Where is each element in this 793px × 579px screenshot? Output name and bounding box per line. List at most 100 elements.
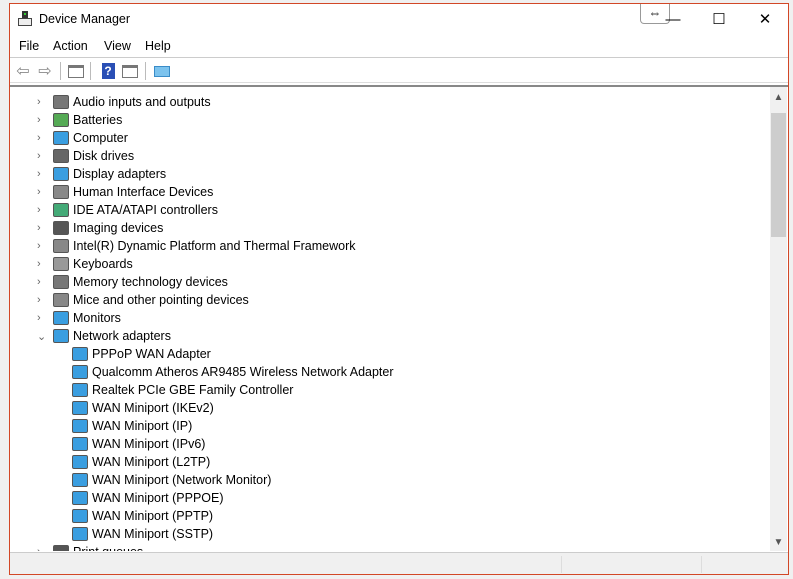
- close-button[interactable]: ✕: [742, 4, 788, 34]
- item-label: Qualcomm Atheros AR9485 Wireless Network…: [92, 365, 394, 379]
- chevron-right-icon[interactable]: ›: [37, 186, 41, 198]
- item-label: Audio inputs and outputs: [73, 95, 211, 109]
- item-label: Human Interface Devices: [73, 185, 214, 199]
- mouse-icon: [53, 293, 69, 307]
- vertical-scrollbar[interactable]: ▲ ▼: [770, 87, 787, 551]
- network-adapter-icon: [72, 401, 88, 415]
- help-icon[interactable]: ?: [98, 62, 118, 80]
- item-label: Display adapters: [73, 167, 167, 181]
- device-item[interactable]: WAN Miniport (SSTP): [72, 525, 213, 543]
- item-label: Memory technology devices: [73, 275, 228, 289]
- chevron-right-icon[interactable]: ›: [37, 294, 41, 306]
- network-adapter-icon: [72, 347, 88, 361]
- display-adapter-icon: [53, 167, 69, 181]
- camera-icon: [53, 221, 69, 235]
- show-hide-console-tree-icon[interactable]: [66, 62, 86, 80]
- item-label: WAN Miniport (PPPOE): [92, 491, 224, 505]
- chevron-right-icon[interactable]: ›: [37, 222, 41, 234]
- category-item[interactable]: › Display adapters: [37, 165, 167, 183]
- item-label: Batteries: [73, 113, 123, 127]
- category-item[interactable]: › IDE ATA/ATAPI controllers: [37, 201, 218, 219]
- category-item[interactable]: ⌄ Network adapters: [37, 327, 171, 345]
- chevron-right-icon[interactable]: ›: [37, 168, 41, 180]
- forward-icon[interactable]: ⇨: [35, 62, 55, 80]
- title-bar: Device Manager ⇔ — ☐ ✕: [10, 4, 788, 34]
- menu-view[interactable]: View: [104, 39, 131, 53]
- keyboard-icon: [53, 257, 69, 271]
- chevron-right-icon[interactable]: ›: [37, 114, 41, 126]
- device-item[interactable]: WAN Miniport (L2TP): [72, 453, 210, 471]
- category-item[interactable]: › Audio inputs and outputs: [37, 93, 211, 111]
- hid-icon: [53, 185, 69, 199]
- category-item[interactable]: › Monitors: [37, 309, 121, 327]
- item-label: Mice and other pointing devices: [73, 293, 249, 307]
- category-item[interactable]: › Intel(R) Dynamic Platform and Thermal F…: [37, 237, 356, 255]
- chevron-right-icon[interactable]: ›: [37, 240, 41, 252]
- menu-help[interactable]: Help: [145, 39, 171, 53]
- category-item[interactable]: › Computer: [37, 129, 128, 147]
- menu-action[interactable]: Action: [53, 39, 88, 53]
- device-item[interactable]: WAN Miniport (IKEv2): [72, 399, 214, 417]
- back-icon[interactable]: ⇦: [13, 62, 33, 80]
- chevron-right-icon[interactable]: ›: [37, 150, 41, 162]
- chevron-right-icon[interactable]: ›: [37, 258, 41, 270]
- category-item[interactable]: › Human Interface Devices: [37, 183, 214, 201]
- category-item[interactable]: › Memory technology devices: [37, 273, 228, 291]
- chevron-right-icon[interactable]: ›: [37, 96, 41, 108]
- status-bar: [10, 552, 788, 574]
- item-label: Print queues: [73, 545, 143, 551]
- chevron-right-icon[interactable]: ›: [37, 204, 41, 216]
- item-label: WAN Miniport (SSTP): [92, 527, 214, 541]
- item-label: PPPoP WAN Adapter: [92, 347, 211, 361]
- chevron-right-icon[interactable]: ›: [37, 276, 41, 288]
- battery-icon: [53, 113, 69, 127]
- category-item[interactable]: › Keyboards: [37, 255, 133, 273]
- item-label: Computer: [73, 131, 128, 145]
- item-label: Intel(R) Dynamic Platform and Thermal Fr…: [73, 239, 356, 253]
- device-item[interactable]: WAN Miniport (IPv6): [72, 435, 205, 453]
- computer-icon: [53, 131, 69, 145]
- scroll-down-icon[interactable]: ▼: [770, 534, 787, 551]
- category-item[interactable]: › Imaging devices: [37, 219, 163, 237]
- device-item[interactable]: WAN Miniport (IP): [72, 417, 192, 435]
- device-item[interactable]: WAN Miniport (PPPOE): [72, 489, 224, 507]
- scan-hardware-icon[interactable]: [152, 62, 172, 80]
- network-adapter-icon: [72, 437, 88, 451]
- intel-icon: [53, 239, 69, 253]
- minimize-button[interactable]: —: [650, 4, 696, 34]
- item-label: WAN Miniport (IPv6): [92, 437, 206, 451]
- chevron-right-icon[interactable]: ›: [37, 132, 41, 144]
- item-label: WAN Miniport (L2TP): [92, 455, 211, 469]
- device-manager-window: Device Manager ⇔ — ☐ ✕ File Action View …: [9, 3, 789, 575]
- category-item[interactable]: › Print queues: [37, 543, 143, 551]
- toolbar: ⇦ ⇨ ?: [10, 58, 788, 83]
- network-adapter-icon: [72, 383, 88, 397]
- item-label: IDE ATA/ATAPI controllers: [73, 203, 218, 217]
- item-label: WAN Miniport (IP): [92, 419, 193, 433]
- chevron-right-icon[interactable]: ›: [37, 312, 41, 324]
- device-item[interactable]: Realtek PCIe GBE Family Controller: [72, 381, 293, 399]
- show-action-pane-icon[interactable]: [120, 62, 140, 80]
- disk-icon: [53, 149, 69, 163]
- device-item[interactable]: PPPoP WAN Adapter: [72, 345, 211, 363]
- device-item[interactable]: Qualcomm Atheros AR9485 Wireless Network…: [72, 363, 394, 381]
- item-label: Disk drives: [73, 149, 135, 163]
- scrollbar-thumb[interactable]: [771, 113, 786, 237]
- network-adapter-icon: [72, 527, 88, 541]
- device-tree: › Audio inputs and outputs › Batteries › Comp…: [10, 85, 788, 551]
- device-item[interactable]: WAN Miniport (Network Monitor): [72, 471, 271, 489]
- device-item[interactable]: WAN Miniport (PPTP): [72, 507, 213, 525]
- scroll-up-icon[interactable]: ▲: [770, 89, 787, 106]
- printer-icon: [53, 545, 69, 551]
- category-item[interactable]: › Mice and other pointing devices: [37, 291, 249, 309]
- network-adapter-icon: [72, 419, 88, 433]
- maximize-button[interactable]: ☐: [696, 4, 742, 34]
- item-label: Monitors: [73, 311, 121, 325]
- menu-file[interactable]: File: [19, 39, 39, 53]
- item-label: Keyboards: [73, 257, 133, 271]
- category-item[interactable]: › Disk drives: [37, 147, 135, 165]
- speaker-icon: [53, 95, 69, 109]
- chevron-right-icon[interactable]: ›: [37, 546, 41, 551]
- category-item[interactable]: › Batteries: [37, 111, 123, 129]
- chevron-down-icon[interactable]: ⌄: [37, 330, 46, 343]
